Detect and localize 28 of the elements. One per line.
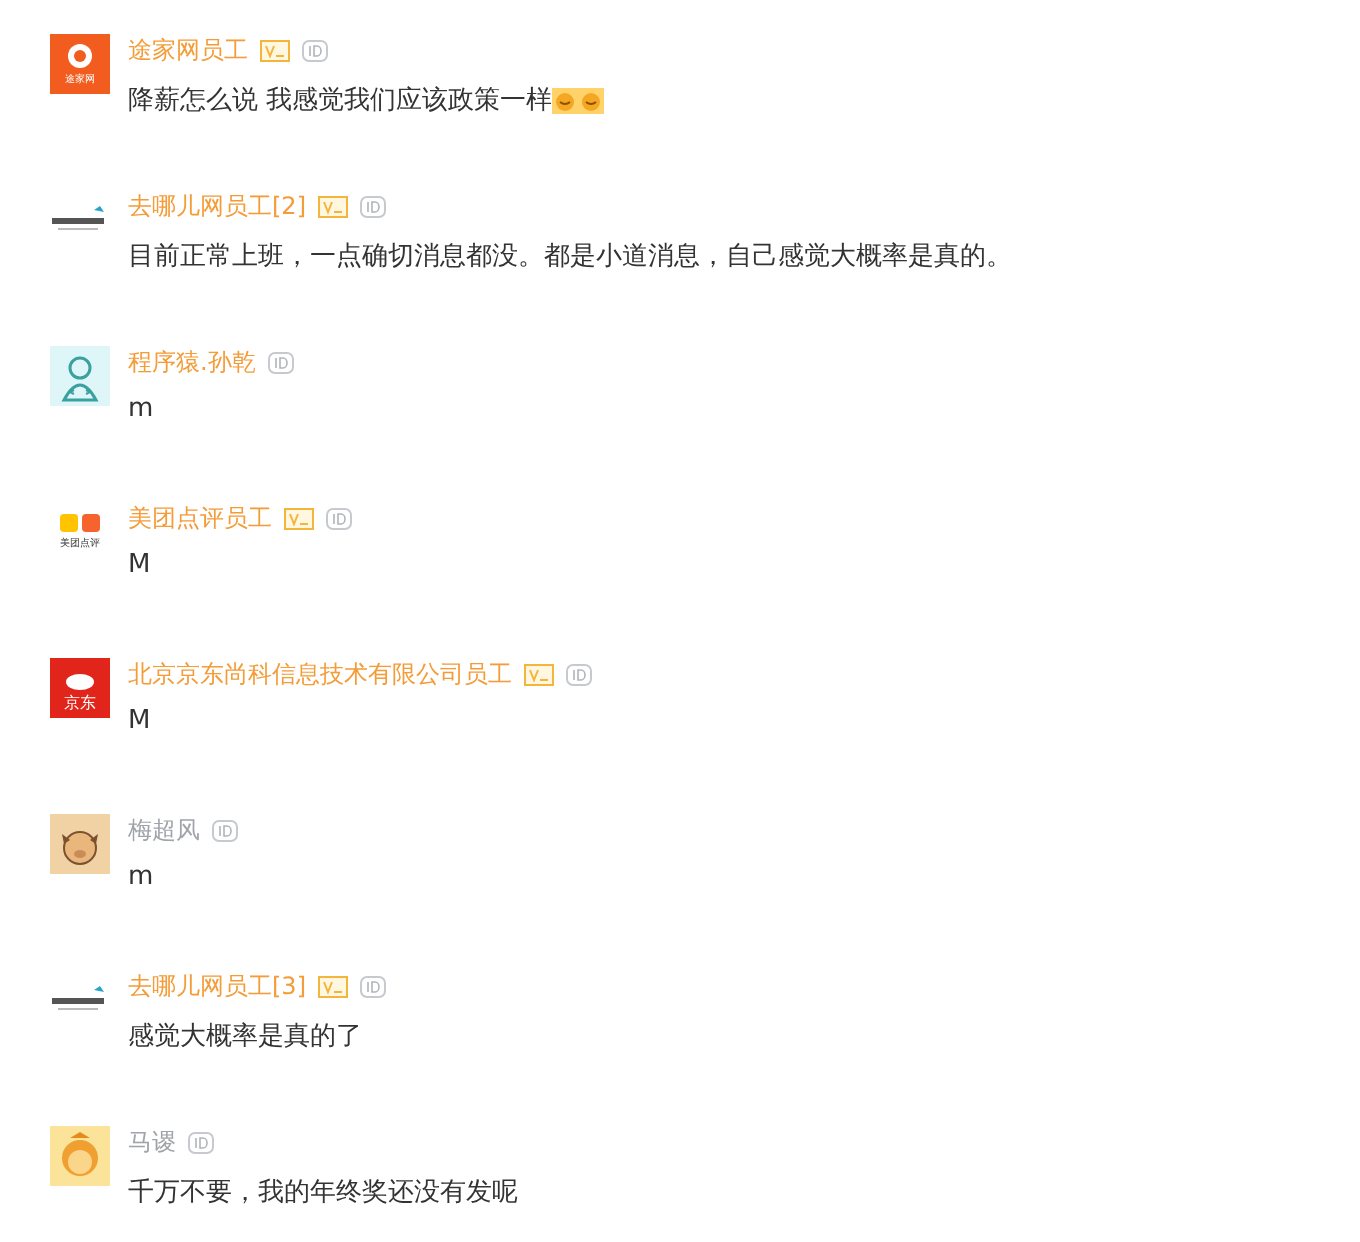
- id-badge-icon: [360, 195, 386, 217]
- avatar: [50, 1126, 110, 1186]
- author-name[interactable]: 北京京东尚科信息技术有限公司员工: [128, 657, 512, 691]
- company-logo: 京东: [50, 658, 110, 718]
- author-name[interactable]: 美团点评员工: [128, 501, 272, 535]
- id-badge-icon: [360, 975, 386, 997]
- comment-text: 目前正常上班，一点确切消息都没。都是小道消息，自己感觉大概率是真的。: [128, 240, 1012, 274]
- comment-text: M: [128, 706, 151, 736]
- id-badge-icon: [566, 663, 592, 685]
- author-name[interactable]: 程序猿.孙乾: [128, 345, 256, 379]
- author-name[interactable]: 马谡: [128, 1125, 176, 1159]
- author-name[interactable]: 去哪儿网员工[3]: [128, 969, 306, 1003]
- comment-text: M: [128, 550, 151, 580]
- id-badge-icon: [326, 507, 352, 529]
- avatar: [50, 814, 110, 874]
- comment-text: m: [128, 862, 154, 892]
- author-name[interactable]: 梅超风: [128, 813, 200, 847]
- comment-text: 千万不要，我的年终奖还没有发呢: [128, 1176, 518, 1210]
- comment-text: 感觉大概率是真的了: [128, 1020, 362, 1054]
- comment-text: m: [128, 394, 154, 424]
- author-name[interactable]: 去哪儿网员工[2]: [128, 189, 306, 223]
- id-badge-icon: [267, 351, 294, 373]
- id-badge-icon: [302, 39, 328, 61]
- id-badge-icon: [212, 819, 238, 841]
- avatar: [50, 346, 110, 406]
- id-badge-icon: [188, 1131, 214, 1153]
- comment-text: 降薪怎么说 我感觉我们应该政策一样: [128, 84, 553, 118]
- author-name[interactable]: 途家网员工: [128, 33, 248, 67]
